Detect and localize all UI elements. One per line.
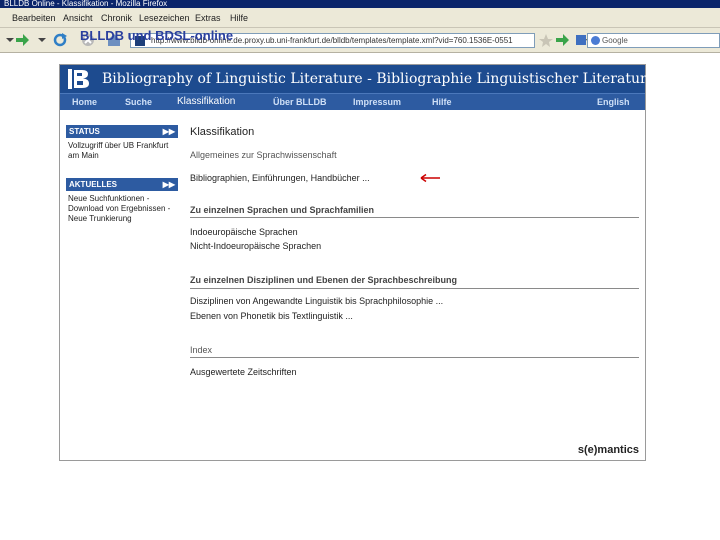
menu-hilfe[interactable]: Hilfe	[230, 13, 248, 23]
nav-klassifikation[interactable]: Klassifikation	[177, 96, 235, 107]
menu-bar: Bearbeiten Ansicht Chronik Lesezeichen E…	[0, 8, 720, 28]
site-nav: Home Suche Klassifikation Über BLLDB Imp…	[60, 93, 645, 110]
status-arrow-icon[interactable]: ▶▶	[163, 125, 175, 138]
window-title: BLLDB Online - Klassifikation - Mozilla …	[4, 0, 168, 8]
section-index-heading: Index	[190, 345, 213, 355]
red-arrow-icon	[420, 173, 440, 183]
menu-ansicht[interactable]: Ansicht	[63, 13, 93, 23]
window-titlebar: BLLDB Online - Klassifikation - Mozilla …	[0, 0, 720, 8]
divider	[190, 288, 639, 289]
forward-icon[interactable]	[14, 32, 30, 48]
nav-hilfe[interactable]: Hilfe	[432, 97, 452, 107]
section-disziplinen-heading: Zu einzelnen Disziplinen und Ebenen der …	[190, 275, 458, 285]
site-banner-title: Bibliography of Linguistic Literature - …	[102, 71, 647, 87]
divider	[190, 217, 639, 218]
status-text: Vollzugriff über UB Frankfurt am Main	[68, 141, 169, 160]
menu-chronik[interactable]: Chronik	[101, 13, 132, 23]
link-ebenen[interactable]: Ebenen von Phonetik bis Textlinguistik .…	[190, 311, 353, 321]
link-nicht-indoeuropaeisch[interactable]: Nicht-Indoeuropäische Sprachen	[190, 241, 321, 251]
status-box: STATUS ▶▶ Vollzugriff über UB Frankfurt …	[66, 125, 178, 161]
news-header: AKTUELLES ▶▶	[66, 178, 178, 191]
divider	[190, 357, 639, 358]
link-zeitschriften[interactable]: Ausgewertete Zeitschriften	[190, 367, 297, 377]
history-dropdown-icon[interactable]	[34, 32, 50, 48]
nav-english[interactable]: English	[597, 97, 630, 107]
menu-extras[interactable]: Extras	[195, 13, 221, 23]
menu-bearbeiten[interactable]: Bearbeiten	[12, 13, 56, 23]
blldb-logo-icon[interactable]	[68, 69, 90, 89]
search-input[interactable]: Google	[587, 33, 720, 48]
google-icon	[591, 36, 600, 45]
link-bibliographien[interactable]: Bibliographien, Einführungen, Handbücher…	[190, 173, 370, 183]
status-title: STATUS	[69, 127, 100, 136]
page-title: Klassifikation	[190, 126, 255, 138]
status-header: STATUS ▶▶	[66, 125, 178, 138]
news-box: AKTUELLES ▶▶ Neue Suchfunktionen - Downl…	[66, 178, 178, 224]
nav-home[interactable]: Home	[72, 97, 97, 107]
go-arrow-icon[interactable]	[554, 32, 570, 48]
reload-icon[interactable]	[52, 32, 68, 48]
search-placeholder: Google	[602, 36, 628, 45]
nav-suche[interactable]: Suche	[125, 97, 152, 107]
site-banner: Bibliography of Linguistic Literature - …	[60, 65, 647, 93]
bookmark-star-icon[interactable]	[538, 32, 554, 48]
section-sprachen-heading: Zu einzelnen Sprachen und Sprachfamilien	[190, 205, 375, 215]
page-frame: Bibliography of Linguistic Literature - …	[59, 64, 647, 461]
semantics-logo[interactable]: s(e)mantics	[578, 444, 639, 456]
news-text[interactable]: Neue Suchfunktionen - Download von Ergeb…	[66, 191, 178, 224]
menu-lesezeichen[interactable]: Lesezeichen	[139, 13, 190, 23]
news-arrow-icon[interactable]: ▶▶	[163, 178, 175, 191]
news-title: AKTUELLES	[69, 180, 117, 189]
general-heading: Allgemeines zur Sprachwissenschaft	[190, 150, 337, 160]
nav-impressum[interactable]: Impressum	[353, 97, 401, 107]
link-disziplinen[interactable]: Disziplinen von Angewandte Linguistik bi…	[190, 296, 443, 306]
link-indoeuropaeisch[interactable]: Indoeuropäische Sprachen	[190, 227, 298, 237]
nav-ueber-blldb[interactable]: Über BLLDB	[273, 97, 327, 107]
slide-overlay-title: BLLDB und BDSL-online	[80, 28, 234, 43]
